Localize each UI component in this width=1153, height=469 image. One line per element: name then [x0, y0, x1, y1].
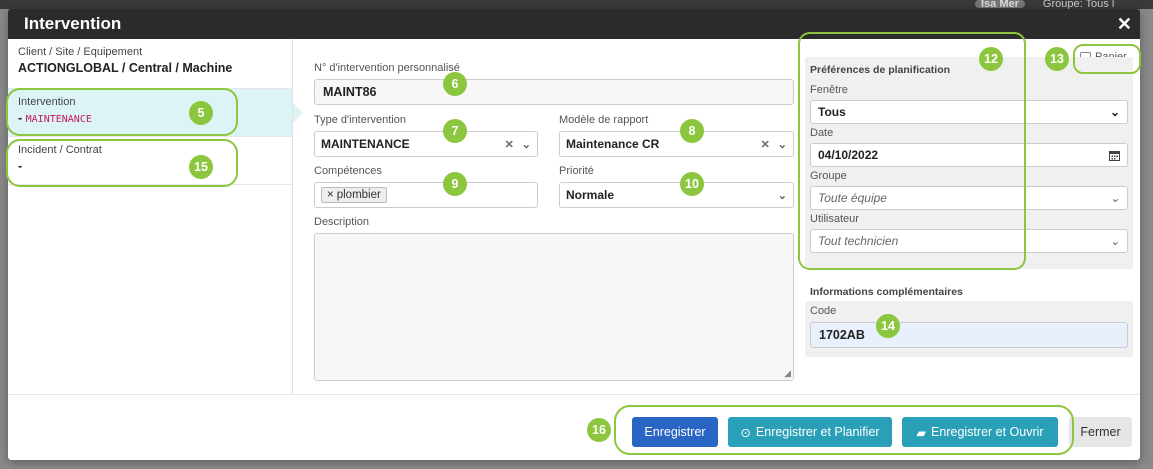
chevron-down-icon[interactable]: ⌄	[778, 138, 787, 151]
chevron-down-icon[interactable]: ⌄	[778, 189, 787, 202]
modele-label: Modèle de rapport	[559, 114, 649, 126]
callout-ring-16	[614, 405, 1074, 455]
code-input[interactable]: 1702AB	[810, 322, 1128, 348]
chevron-down-icon[interactable]: ⌄	[522, 138, 531, 151]
competences-field: Compétences × plombier	[314, 165, 538, 208]
modele-value: Maintenance CR	[566, 137, 660, 151]
type-label: Type d'intervention	[314, 114, 406, 126]
callout-badge-9: 9	[443, 172, 467, 196]
chevron-down-icon[interactable]: ⌄	[1110, 234, 1120, 248]
code-label: Code	[810, 305, 837, 317]
priorite-value: Normale	[566, 188, 615, 202]
competences-label: Compétences	[314, 165, 382, 177]
callout-badge-10: 10	[680, 172, 704, 196]
description-field: Description ◢	[314, 216, 794, 381]
competences-input[interactable]: × plombier	[314, 182, 538, 208]
callout-badge-14: 14	[876, 314, 900, 338]
callout-badge-5: 5	[189, 101, 213, 125]
client-label: Client / Site / Equipement	[18, 46, 143, 58]
chevron-down-icon[interactable]: ⌄	[1110, 191, 1120, 205]
callout-badge-12: 12	[979, 47, 1003, 71]
remove-tag-icon[interactable]: ×	[327, 189, 334, 201]
type-field: Type d'intervention MAINTENANCE ✕ ⌄	[314, 114, 538, 157]
priorite-label: Priorité	[559, 165, 594, 177]
callout-badge-8: 8	[680, 119, 704, 143]
resize-grip-icon[interactable]: ◢	[784, 368, 791, 379]
close-button[interactable]: Fermer	[1069, 417, 1132, 447]
background-user-info: Isa Mer Groupe: Tous l	[975, 0, 1153, 9]
competence-tag-label: plombier	[336, 189, 381, 201]
background-page-right	[1140, 9, 1153, 469]
background-page-left	[0, 9, 8, 469]
numero-label: N° d'intervention personnalisé	[314, 62, 460, 74]
description-textarea[interactable]: ◢	[314, 233, 794, 381]
type-value: MAINTENANCE	[321, 137, 410, 151]
clear-icon[interactable]: ✕	[505, 138, 514, 151]
close-icon[interactable]: ✕	[1117, 14, 1132, 35]
background-page-bottom	[0, 460, 1153, 469]
sidebar-item-client[interactable]: Client / Site / Equipement ACTIONGLOBAL …	[8, 39, 292, 89]
numero-input[interactable]: MAINT86	[314, 79, 794, 105]
calendar-icon[interactable]	[1109, 150, 1120, 161]
modal-title: Intervention	[24, 14, 122, 33]
callout-ring-13	[1073, 44, 1141, 74]
intervention-form: N° d'intervention personnalisé MAINT86 T…	[304, 39, 794, 394]
background-user-pill: Isa Mer	[975, 0, 1025, 9]
close-button-label: Fermer	[1080, 425, 1121, 439]
numero-field: N° d'intervention personnalisé MAINT86	[314, 62, 794, 105]
info-title: Informations complémentaires	[810, 286, 963, 298]
callout-badge-16: 16	[587, 418, 611, 442]
chevron-down-icon[interactable]: ⌄	[1110, 105, 1120, 119]
callout-badge-13: 13	[1045, 47, 1069, 71]
modele-field: Modèle de rapport Maintenance CR ✕ ⌄	[559, 114, 794, 157]
type-select[interactable]: MAINTENANCE ✕ ⌄	[314, 131, 538, 157]
callout-badge-6: 6	[443, 72, 467, 96]
competence-tag: × plombier	[321, 187, 387, 203]
client-value: ACTIONGLOBAL / Central / Machine	[18, 61, 233, 75]
clear-icon[interactable]: ✕	[761, 138, 770, 151]
callout-badge-7: 7	[443, 119, 467, 143]
modele-select[interactable]: Maintenance CR ✕ ⌄	[559, 131, 794, 157]
callout-badge-15: 15	[189, 155, 213, 179]
description-label: Description	[314, 216, 370, 228]
background-group-text: Groupe: Tous l	[1042, 0, 1115, 9]
info-panel: Code 1702AB	[805, 301, 1133, 357]
priorite-field: Priorité Normale ⌄	[559, 165, 794, 208]
priorite-select[interactable]: Normale ⌄	[559, 182, 794, 208]
